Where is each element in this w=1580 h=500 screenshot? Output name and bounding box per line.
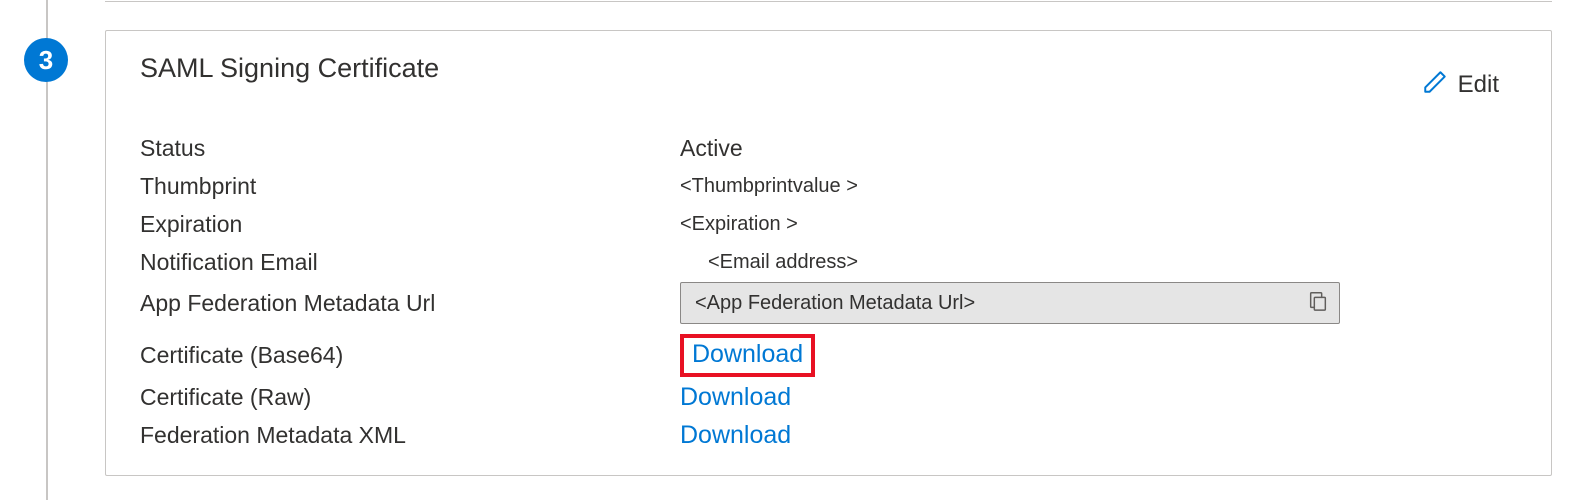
- download-cert-raw-link[interactable]: Download: [680, 383, 791, 411]
- value-cert-raw: Download: [680, 383, 791, 412]
- copy-icon: [1307, 289, 1329, 318]
- saml-signing-certificate-card: SAML Signing Certificate Edit Status Act…: [105, 30, 1552, 476]
- field-rows: Status Active Thumbprint <Thumbprintvalu…: [140, 130, 1517, 453]
- value-notification-email: <Email address>: [680, 251, 858, 274]
- label-fed-xml: Federation Metadata XML: [140, 422, 680, 449]
- value-expiration: <Expiration >: [680, 213, 798, 236]
- download-highlight: Download: [680, 334, 815, 377]
- card-header: SAML Signing Certificate Edit: [140, 53, 1517, 100]
- label-thumbprint: Thumbprint: [140, 173, 680, 200]
- row-status: Status Active: [140, 130, 1517, 166]
- download-cert-base64-link[interactable]: Download: [692, 340, 803, 368]
- copy-button[interactable]: [1305, 290, 1331, 316]
- metadata-url-field[interactable]: <App Federation Metadata Url>: [680, 282, 1340, 324]
- row-metadata-url: App Federation Metadata Url <App Federat…: [140, 282, 1517, 324]
- label-expiration: Expiration: [140, 211, 680, 238]
- row-thumbprint: Thumbprint <Thumbprintvalue >: [140, 168, 1517, 204]
- row-cert-raw: Certificate (Raw) Download: [140, 379, 1517, 415]
- value-metadata-url: <App Federation Metadata Url>: [695, 292, 1305, 315]
- edit-button[interactable]: Edit: [1422, 69, 1499, 100]
- row-expiration: Expiration <Expiration >: [140, 206, 1517, 242]
- row-fed-xml: Federation Metadata XML Download: [140, 417, 1517, 453]
- label-cert-base64: Certificate (Base64): [140, 342, 680, 369]
- label-metadata-url: App Federation Metadata Url: [140, 290, 680, 317]
- pencil-icon: [1422, 69, 1448, 100]
- value-cert-base64: Download: [680, 334, 815, 377]
- download-fed-xml-link[interactable]: Download: [680, 421, 791, 449]
- label-status: Status: [140, 135, 680, 162]
- value-thumbprint: <Thumbprintvalue >: [680, 175, 858, 198]
- label-notification-email: Notification Email: [140, 249, 680, 276]
- card-title: SAML Signing Certificate: [140, 53, 439, 84]
- divider: [105, 0, 1552, 2]
- value-status: Active: [680, 135, 743, 162]
- row-cert-base64: Certificate (Base64) Download: [140, 334, 1517, 377]
- label-cert-raw: Certificate (Raw): [140, 384, 680, 411]
- edit-label: Edit: [1458, 71, 1499, 99]
- value-fed-xml: Download: [680, 421, 791, 450]
- step-number: 3: [39, 45, 53, 76]
- row-notification-email: Notification Email <Email address>: [140, 244, 1517, 280]
- step-badge: 3: [24, 38, 68, 82]
